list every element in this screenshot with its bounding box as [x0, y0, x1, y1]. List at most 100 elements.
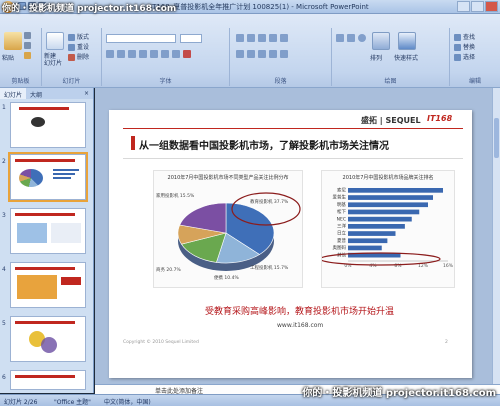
bar-category-label: 明基	[337, 201, 346, 208]
slide-url: www.it168.com	[277, 322, 324, 329]
pie-label: 工程投影机 15.7%	[250, 266, 289, 271]
panel-close-icon[interactable]: ×	[80, 88, 93, 99]
thumbnail-number: 1	[2, 104, 6, 111]
quick-styles-icon[interactable]	[398, 32, 416, 50]
thumbnail-number: 4	[2, 266, 6, 273]
bar	[348, 245, 382, 251]
minimize-button[interactable]	[457, 1, 470, 12]
paste-icon[interactable]	[4, 32, 22, 50]
delete-button[interactable]: 删除	[68, 52, 89, 61]
numbering-icon[interactable]	[247, 34, 255, 42]
replace-button[interactable]: 替换	[454, 42, 476, 51]
window-title: IT168_夏普投影机全年推广计划 100825(1) - Microsoft …	[150, 3, 369, 11]
slide-thumbnail-4[interactable]	[10, 262, 86, 308]
slide-conclusion: 受教育采购高峰影响，教育投影机市场开始升温	[205, 307, 395, 317]
bullets-icon[interactable]	[236, 34, 244, 42]
slide-copyright: Copyright © 2010 Sequel Limited	[123, 340, 199, 345]
paragraph-group: 段落	[230, 28, 332, 86]
pie-chart: 2010年7月中国投影机市场不同类型产品关注比例分布 教育投影机 37.7% 家…	[153, 170, 303, 288]
bar-category-label: 日立	[337, 230, 346, 237]
drawing-group: 排列 快速样式 绘图	[332, 28, 450, 86]
font-group-label: 字体	[159, 78, 172, 85]
underline-icon[interactable]	[128, 50, 136, 58]
pie-label: 教育投影机 37.7%	[250, 200, 289, 205]
current-slide[interactable]: 盛拓 | SEQUEL IT168 从一组数据看中国投影机市场，了解投影机市场关…	[109, 110, 472, 378]
bar	[348, 216, 412, 222]
new-slide-button[interactable]: 新建 幻灯片	[44, 53, 62, 67]
clipboard-group-label: 剪贴板	[11, 78, 30, 85]
shape-oval-icon[interactable]	[358, 34, 366, 42]
pie-label: 商务 20.7%	[156, 268, 181, 273]
slide-thumbnail-1[interactable]	[10, 102, 86, 148]
pie-label: 便携 10.4%	[214, 276, 239, 281]
paste-button[interactable]: 粘贴	[2, 53, 14, 62]
case-icon[interactable]	[172, 50, 180, 58]
reset-button[interactable]: 重设	[68, 42, 90, 51]
thumbnail-number: 3	[2, 212, 6, 219]
strikethrough-icon[interactable]	[139, 50, 147, 58]
find-button[interactable]: 查找	[454, 32, 475, 41]
select-label: 选择	[463, 54, 476, 61]
select-button[interactable]: 选择	[454, 52, 476, 61]
list-buttons	[236, 34, 288, 42]
align-right-icon[interactable]	[258, 50, 266, 58]
panel-tabs: 幻灯片 大纲 ×	[0, 88, 93, 99]
shape-rect-icon[interactable]	[347, 34, 355, 42]
shape-line-icon[interactable]	[336, 34, 344, 42]
bar-chart: 2010年7月中国投影机市场品牌关注排名 索尼 爱普生 明基 松下 NEC 三洋 日立 夏普奥…	[321, 170, 455, 288]
pie-label: 家用投影机 15.5%	[156, 194, 195, 199]
reset-label: 重设	[77, 44, 90, 51]
font-name-box[interactable]	[106, 34, 176, 43]
slides-group: 新建 幻灯片 版式 重设 删除 幻灯片	[42, 28, 102, 86]
replace-label: 替换	[463, 44, 476, 51]
scrollbar-thumb[interactable]	[494, 118, 499, 158]
slide-thumbnail-3[interactable]	[10, 208, 86, 254]
bar	[348, 202, 428, 208]
format-painter-icon[interactable]	[24, 52, 33, 60]
editing-group: 查找 替换 选择 编辑	[450, 28, 500, 86]
slide-editor: 盛拓 | SEQUEL IT168 从一组数据看中国投影机市场，了解投影机市场关…	[95, 88, 492, 384]
vertical-scrollbar[interactable]	[492, 88, 500, 384]
font-size-box[interactable]	[180, 34, 202, 43]
shadow-icon[interactable]	[150, 50, 158, 58]
thumbnail-number: 2	[2, 158, 6, 165]
bar	[348, 224, 405, 229]
slide-thumbnail-6[interactable]	[10, 370, 86, 390]
x-tick-label: 4%	[369, 263, 377, 269]
italic-icon[interactable]	[117, 50, 125, 58]
tab-slides[interactable]: 幻灯片	[0, 88, 27, 99]
slides-group-label: 幻灯片	[62, 78, 81, 85]
tab-outline[interactable]: 大纲	[26, 88, 46, 99]
increase-indent-icon[interactable]	[269, 34, 277, 42]
cut-icon[interactable]	[24, 32, 33, 40]
shapes-gallery	[336, 34, 366, 42]
maximize-button[interactable]	[471, 1, 484, 12]
arrange-icon[interactable]	[372, 32, 390, 50]
align-left-icon[interactable]	[236, 50, 244, 58]
decrease-indent-icon[interactable]	[258, 34, 266, 42]
slide-thumbnail-2[interactable]	[8, 152, 88, 202]
copy-icon[interactable]	[24, 42, 33, 50]
title-divider	[123, 158, 463, 159]
bar-category-label: 爱普生	[333, 194, 347, 201]
font-color-icon[interactable]	[183, 50, 191, 58]
align-center-icon[interactable]	[247, 50, 255, 58]
watermark-bottom: 你的・投影机频道 projector.it168.com	[302, 388, 496, 399]
justify-icon[interactable]	[269, 50, 277, 58]
line-spacing-icon[interactable]	[280, 34, 288, 42]
arrange-button[interactable]: 排列	[370, 53, 382, 62]
bar	[348, 209, 420, 215]
bar-chart-svg: 索尼爱普生明基松下NEC三洋日立夏普奥图码其他 0% 4% 8% 12% 16%	[322, 187, 454, 269]
close-button[interactable]	[485, 1, 498, 12]
bold-icon[interactable]	[106, 50, 114, 58]
slide-thumbnail-5[interactable]	[10, 316, 86, 362]
it168-logo: IT168	[427, 114, 453, 123]
quick-styles-button[interactable]: 快速样式	[394, 53, 418, 62]
ribbon: 粘贴 剪贴板 新建 幻灯片 版式 重设 删除 幻灯片 字体 段落 排列 快速样式…	[0, 14, 500, 88]
columns-icon[interactable]	[280, 50, 288, 58]
sequel-logo: 盛拓 | SEQUEL	[361, 116, 421, 125]
spacing-icon[interactable]	[161, 50, 169, 58]
thumbnail-number: 6	[2, 374, 6, 381]
new-slide-icon[interactable]	[46, 32, 64, 50]
layout-button[interactable]: 版式	[68, 32, 89, 41]
